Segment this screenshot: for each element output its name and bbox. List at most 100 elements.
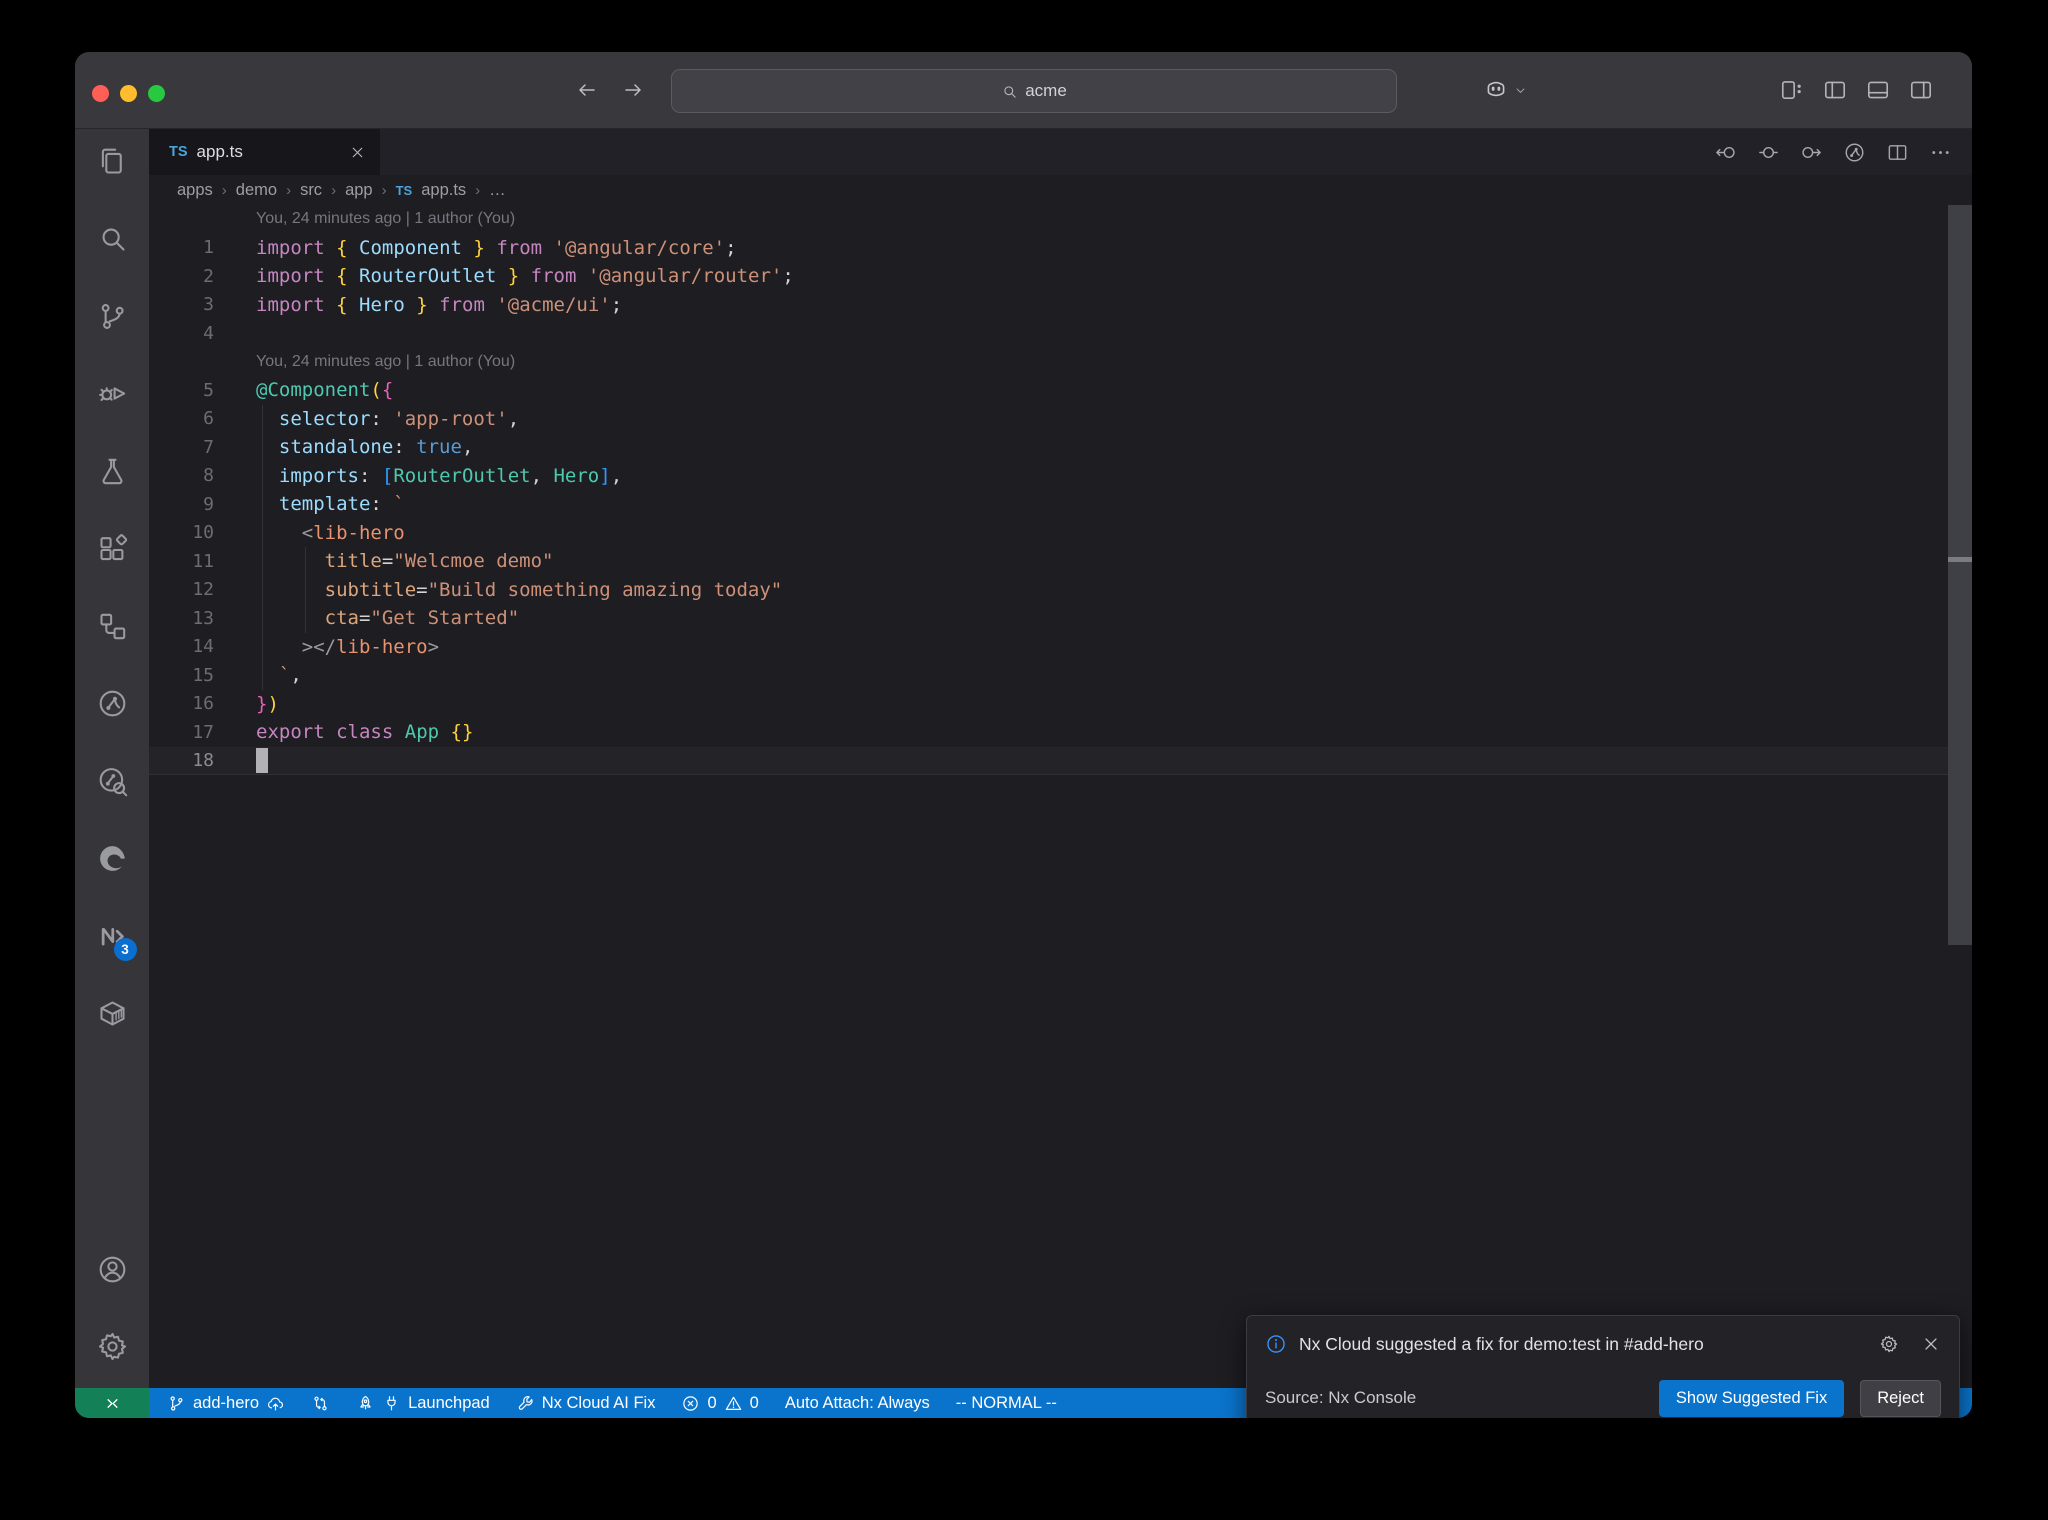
breadcrumb-more[interactable]: … <box>489 181 506 200</box>
reject-button[interactable]: Reject <box>1860 1379 1941 1417</box>
activity-nx-graph-search[interactable] <box>75 753 149 809</box>
code-line-6[interactable]: 6 selector: 'app-root', <box>149 405 1972 434</box>
nav-back-icon[interactable] <box>1714 141 1737 164</box>
code-line-9[interactable]: 9 template: ` <box>149 490 1972 519</box>
layout-panel-icon[interactable] <box>1865 77 1891 103</box>
gear-icon <box>96 1330 129 1363</box>
nx-graph-icon[interactable] <box>1843 141 1866 164</box>
close-tab-icon[interactable] <box>349 144 366 161</box>
split-editor-icon[interactable] <box>1886 141 1909 164</box>
activity-extensions[interactable] <box>75 521 149 577</box>
code-line-13[interactable]: 13 cta="Get Started" <box>149 604 1972 633</box>
status-launchpad[interactable]: Launchpad <box>356 1394 490 1413</box>
code-text: ></lib-hero> <box>301 635 440 658</box>
breadcrumb-item-demo[interactable]: demo <box>236 181 277 200</box>
minimize-window-button[interactable] <box>120 85 137 102</box>
status-label: 0 <box>707 1393 717 1412</box>
activity-search[interactable] <box>75 211 149 267</box>
breadcrumb-item-src[interactable]: src <box>300 181 322 200</box>
nav-forward-icon[interactable] <box>1800 141 1823 164</box>
chevron-down-icon <box>1513 83 1528 98</box>
code-text: import { Component } from '@angular/core… <box>256 236 737 259</box>
line-number: 5 <box>203 379 214 401</box>
notification-body: Source: Nx Console Show Suggested Fix Re… <box>1247 1372 1959 1418</box>
activity-testing[interactable] <box>75 443 149 499</box>
activity-nx-console[interactable]: 3 <box>75 908 149 964</box>
activity-nx-graph[interactable] <box>75 676 149 732</box>
code-text: template: ` <box>278 493 405 516</box>
activity-accounts[interactable] <box>75 1241 149 1297</box>
notification-toast: Nx Cloud suggested a fix for demo:test i… <box>1246 1315 1960 1418</box>
code-text: cta="Get Started" <box>324 607 520 630</box>
line-number: 17 <box>192 721 214 743</box>
code-line-2[interactable]: 2 import { RouterOutlet } from '@angular/… <box>149 262 1972 291</box>
editor-scrollbar[interactable] <box>1948 205 1972 945</box>
title-bar: acme <box>75 52 1972 129</box>
more-icon[interactable] <box>1929 141 1952 164</box>
search-icon <box>96 222 129 255</box>
code-line-15[interactable]: 15 `, <box>149 661 1972 690</box>
code-line-11[interactable]: 11 title="Welcmoe demo" <box>149 547 1972 576</box>
status-label: -- NORMAL -- <box>955 1393 1057 1412</box>
breadcrumb-item-apps[interactable]: apps <box>177 181 213 200</box>
code-line-3[interactable]: 3 import { Hero } from '@acme/ui'; <box>149 291 1972 320</box>
activity-containers[interactable] <box>75 986 149 1042</box>
status-nx-cloud-ai-fix[interactable]: Nx Cloud AI Fix <box>516 1394 655 1413</box>
maximize-window-button[interactable] <box>148 85 165 102</box>
notification-settings-icon[interactable] <box>1879 1334 1899 1354</box>
show-suggested-fix-button[interactable]: Show Suggested Fix <box>1658 1379 1845 1417</box>
status-vim-mode[interactable]: -- NORMAL -- <box>956 1394 1057 1413</box>
status-problems[interactable]: 00 <box>681 1393 759 1413</box>
copilot-menu[interactable] <box>1483 52 1528 128</box>
nx-graph-icon <box>96 687 129 720</box>
text-cursor <box>256 748 268 774</box>
code-text <box>214 748 268 774</box>
line-number: 6 <box>203 408 214 430</box>
activity-run-and-debug[interactable] <box>75 366 149 422</box>
debug-icon <box>96 377 129 410</box>
history-navigation <box>575 52 645 128</box>
code-line-1[interactable]: 1 import { Component } from '@angular/cor… <box>149 234 1972 263</box>
breadcrumb-file[interactable]: app.ts <box>421 181 466 200</box>
line-number: 4 <box>203 322 214 344</box>
back-arrow-icon[interactable] <box>575 78 599 102</box>
activity-settings[interactable] <box>75 1318 149 1374</box>
rocket-icon <box>356 1394 375 1413</box>
layout-sidebar-left-icon[interactable] <box>1822 77 1848 103</box>
close-window-button[interactable] <box>92 85 109 102</box>
activity-hierarchy[interactable] <box>75 598 149 654</box>
code-line-18[interactable]: 18 <box>149 747 1972 776</box>
status-auto-attach[interactable]: Auto Attach: Always <box>785 1394 930 1413</box>
code-line-4[interactable]: 4 <box>149 319 1972 348</box>
activity-edge-browser[interactable] <box>75 831 149 887</box>
code-line-17[interactable]: 17 export class App {} <box>149 718 1972 747</box>
layout-sidebar-right-icon[interactable] <box>1908 77 1934 103</box>
status-git-compare[interactable] <box>311 1394 330 1413</box>
desktop: acme 3 TS app.ts apps › demo › src › app… <box>0 0 2048 1520</box>
code-line-8[interactable]: 8 imports: [RouterOutlet, Hero], <box>149 462 1972 491</box>
status-branch[interactable]: add-hero <box>167 1394 285 1413</box>
command-center-search[interactable]: acme <box>671 69 1397 113</box>
code-line-5[interactable]: 5 @Component({ <box>149 376 1972 405</box>
forward-arrow-icon[interactable] <box>621 78 645 102</box>
code-text: @Component({ <box>256 379 394 402</box>
code-editor[interactable]: You, 24 minutes ago | 1 author (You) 1 imp… <box>149 205 1972 1388</box>
code-text: selector: 'app-root', <box>278 407 520 430</box>
code-line-7[interactable]: 7 standalone: true, <box>149 433 1972 462</box>
remote-indicator[interactable] <box>75 1388 149 1418</box>
activity-explorer[interactable] <box>75 133 149 189</box>
line-number: 2 <box>203 265 214 287</box>
activity-source-control[interactable] <box>75 288 149 344</box>
blame-text: You, 24 minutes ago | 1 author (You) <box>256 210 516 228</box>
code-line-16[interactable]: 16}) <box>149 690 1972 719</box>
code-line-10[interactable]: 10 <lib-hero <box>149 519 1972 548</box>
layout-customize-icon[interactable] <box>1779 77 1805 103</box>
status-label: Auto Attach: Always <box>784 1393 930 1412</box>
warning-icon <box>724 1394 743 1413</box>
code-line-12[interactable]: 12 subtitle="Build something amazing tod… <box>149 576 1972 605</box>
notification-close-icon[interactable] <box>1921 1334 1941 1354</box>
code-line-14[interactable]: 14 ></lib-hero> <box>149 633 1972 662</box>
nav-circle-icon[interactable] <box>1757 141 1780 164</box>
breadcrumb-item-app[interactable]: app <box>345 181 373 200</box>
tab-app-ts[interactable]: TS app.ts <box>149 129 380 175</box>
